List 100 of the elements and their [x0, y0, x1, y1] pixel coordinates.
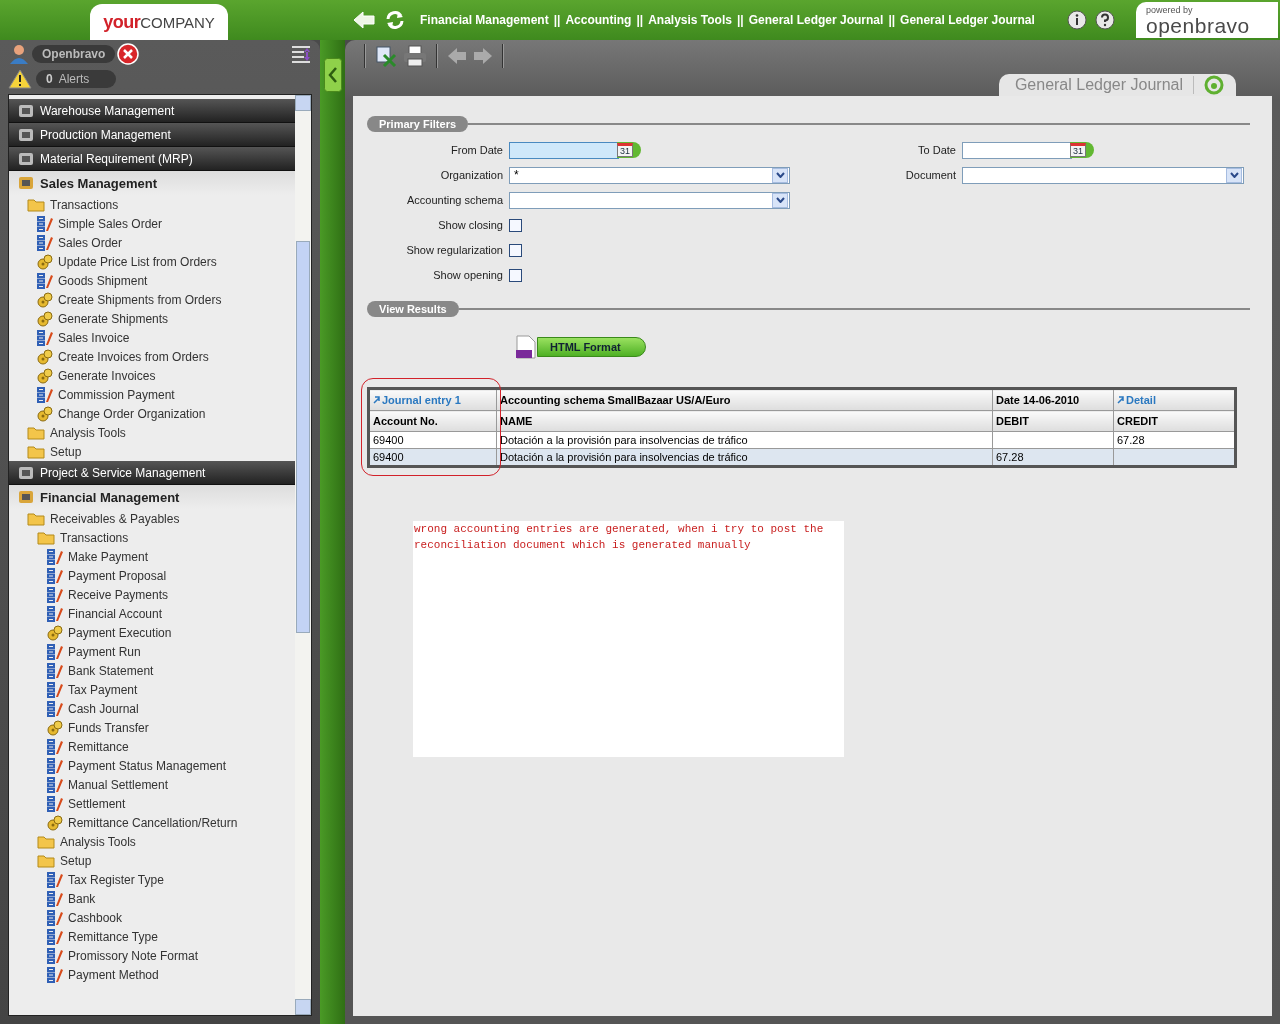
- form-icon: [37, 386, 53, 403]
- menu-item[interactable]: Remittance Type: [9, 927, 295, 946]
- menu-item[interactable]: Receivables & Payables: [9, 509, 295, 528]
- print-icon[interactable]: [403, 45, 427, 67]
- dropdown-field[interactable]: [962, 166, 1244, 184]
- export-spreadsheet-icon[interactable]: [375, 45, 397, 67]
- breadcrumb-separator: ||: [736, 13, 744, 27]
- menu-item[interactable]: Generate Invoices: [9, 366, 295, 385]
- menu-item[interactable]: Bank: [9, 889, 295, 908]
- close-icon[interactable]: [117, 43, 140, 65]
- form-icon: [47, 890, 63, 907]
- form-icon: [47, 643, 63, 660]
- form-icon: [47, 681, 63, 698]
- logo-text: COMPANY: [140, 13, 215, 31]
- menu-item[interactable]: Manual Settlement: [9, 775, 295, 794]
- menu-item[interactable]: Remittance Cancellation/Return: [9, 813, 295, 832]
- menu-item[interactable]: Create Shipments from Orders: [9, 290, 295, 309]
- expand-collapse-icon[interactable]: [290, 43, 312, 65]
- breadcrumb-link[interactable]: Analysis Tools: [648, 13, 732, 27]
- menu-item[interactable]: Cash Journal: [9, 699, 295, 718]
- menu-item[interactable]: Simple Sales Order: [9, 214, 295, 233]
- menu-item[interactable]: Payment Run: [9, 642, 295, 661]
- field-label: Show opening: [432, 269, 503, 281]
- menu-item[interactable]: Tax Register Type: [9, 870, 295, 889]
- menu-item[interactable]: Payment Status Management: [9, 756, 295, 775]
- field-label: Document: [904, 169, 956, 181]
- table-cell: Dotación a la provisión para insolvencias de tráfico: [500, 434, 748, 446]
- menu-item[interactable]: Financial Account: [9, 604, 295, 623]
- menu-item[interactable]: Setup: [9, 851, 295, 870]
- form-icon: [47, 776, 63, 793]
- back-arrow-icon[interactable]: [352, 10, 376, 30]
- column-header: NAME: [500, 415, 533, 427]
- date-field[interactable]: [509, 141, 619, 159]
- note-text: wrong accounting entries are generated, when i try to post the: [414, 522, 825, 537]
- menu-item[interactable]: Sales Invoice: [9, 328, 295, 347]
- dropdown-field[interactable]: *: [509, 166, 790, 184]
- menu-item[interactable]: Sales Order: [9, 233, 295, 252]
- menu-item[interactable]: Transactions: [9, 195, 295, 214]
- breadcrumb-link[interactable]: General Ledger Journal: [748, 13, 884, 27]
- info-icon[interactable]: [1066, 10, 1087, 30]
- menu-item[interactable]: Payment Execution: [9, 623, 295, 642]
- calendar-button[interactable]: 31: [617, 142, 641, 158]
- dropdown-field[interactable]: [509, 191, 790, 209]
- menu-item[interactable]: Tax Payment: [9, 680, 295, 699]
- table-cell: Dotación a la provisión para insolvencias de tráfico: [500, 451, 748, 463]
- menu-item[interactable]: Project & Service Management: [9, 461, 295, 485]
- field-label: Organization: [439, 169, 503, 181]
- folder-icon: [37, 530, 55, 545]
- menu-item[interactable]: Bank Statement: [9, 661, 295, 680]
- menu-item[interactable]: Change Order Organization: [9, 404, 295, 423]
- breadcrumb-link[interactable]: General Ledger Journal: [900, 13, 1035, 27]
- menu-item[interactable]: Production Management: [9, 123, 295, 147]
- menu-item[interactable]: Analysis Tools: [9, 423, 295, 442]
- menu-item[interactable]: Create Invoices from Orders: [9, 347, 295, 366]
- menu-item[interactable]: Material Requirement (MRP): [9, 147, 295, 171]
- field-label: To Date: [917, 144, 956, 156]
- gears-icon: [37, 405, 53, 422]
- breadcrumb-separator: ||: [636, 13, 644, 27]
- menu-item[interactable]: Remittance: [9, 737, 295, 756]
- menu-item[interactable]: Generate Shipments: [9, 309, 295, 328]
- refresh-icon[interactable]: [384, 9, 406, 31]
- breadcrumb-link[interactable]: Accounting: [565, 13, 632, 27]
- menu-item[interactable]: Setup: [9, 442, 295, 461]
- menu-item[interactable]: Settlement: [9, 794, 295, 813]
- powered-by-caption: powered by: [1146, 5, 1194, 16]
- folder-icon: [27, 444, 45, 459]
- html-format-button[interactable]: HTML Format: [537, 337, 646, 357]
- alerts-link[interactable]: 0 Alerts: [36, 70, 116, 88]
- menu-item[interactable]: Payment Proposal: [9, 566, 295, 585]
- section-title: View Results: [367, 301, 459, 317]
- menu-item[interactable]: Funds Transfer: [9, 718, 295, 737]
- menu-item[interactable]: Warehouse Management: [9, 99, 295, 123]
- menu-item[interactable]: Promissory Note Format: [9, 946, 295, 965]
- breadcrumb-link[interactable]: Financial Management: [420, 13, 549, 27]
- calendar-button[interactable]: 31: [1070, 142, 1094, 158]
- menu-item[interactable]: Goods Shipment: [9, 271, 295, 290]
- section-title: Primary Filters: [367, 116, 469, 132]
- checkbox[interactable]: [509, 268, 522, 282]
- menu-item[interactable]: Transactions: [9, 528, 295, 547]
- scrollbar[interactable]: [295, 95, 311, 1015]
- checkbox[interactable]: [509, 218, 522, 232]
- field-label: Show regularization: [405, 244, 503, 256]
- previous-arrow-icon[interactable]: [447, 47, 467, 65]
- menu-item[interactable]: Cashbook: [9, 908, 295, 927]
- menu-item[interactable]: Payment Method: [9, 965, 295, 984]
- collapse-panel-button[interactable]: [323, 58, 342, 92]
- menu-item[interactable]: Receive Payments: [9, 585, 295, 604]
- table-link[interactable]: Detail: [1117, 394, 1156, 406]
- date-field[interactable]: [962, 141, 1072, 159]
- menu-item[interactable]: Analysis Tools: [9, 832, 295, 851]
- html-file-icon: [515, 335, 537, 359]
- menu-item[interactable]: Commission Payment: [9, 385, 295, 404]
- form-icon: [47, 700, 63, 717]
- user-name[interactable]: Openbravo: [32, 45, 116, 63]
- menu-item[interactable]: Update Price List from Orders: [9, 252, 295, 271]
- help-icon[interactable]: [1094, 10, 1115, 30]
- next-arrow-icon[interactable]: [473, 47, 493, 65]
- column-header: DEBIT: [996, 415, 1029, 427]
- checkbox[interactable]: [509, 243, 522, 257]
- menu-item[interactable]: Make Payment: [9, 547, 295, 566]
